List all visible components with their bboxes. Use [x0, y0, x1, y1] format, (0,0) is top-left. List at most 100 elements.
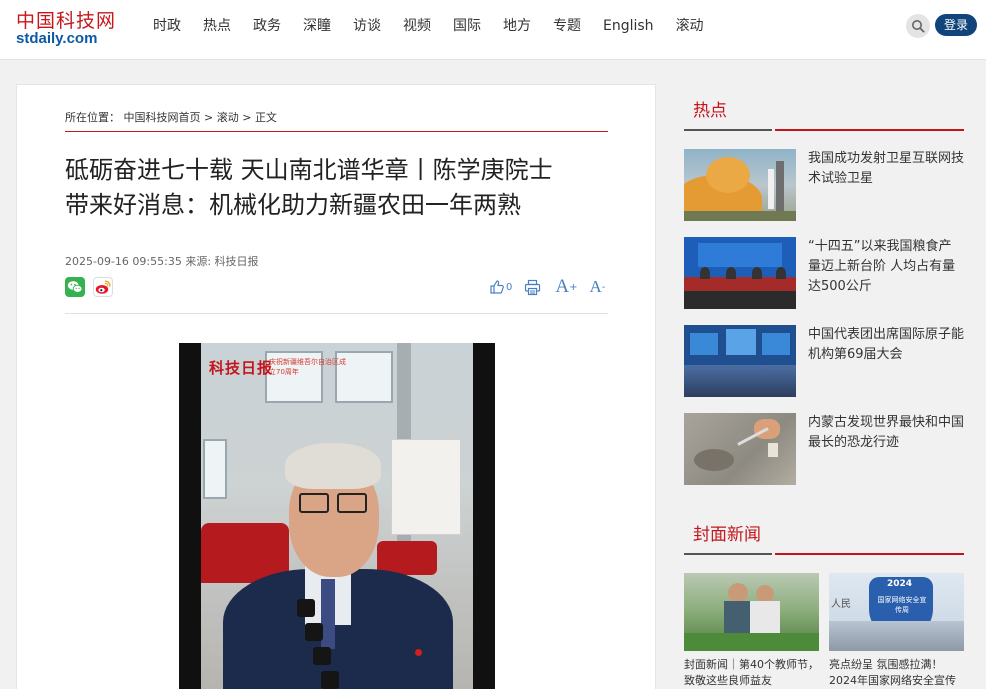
thumbnail-tower	[776, 161, 784, 213]
section-underline	[775, 129, 964, 131]
cover-news-thumbnail: 2024 国家网络安全宣传周 人民	[829, 573, 964, 651]
section-underline	[775, 553, 964, 555]
cover-news-title: 亮点纷呈 氛围感拉满！2024年国家网络安全宣传	[829, 658, 956, 687]
breadcrumb-current: 正文	[254, 111, 277, 124]
search-button[interactable]	[906, 14, 930, 38]
thumbnail-audience	[684, 291, 796, 309]
video-watermark-caption: 庆祝新疆维吾尔自治区成立70周年	[269, 358, 346, 376]
article-video[interactable]: 科技日报 庆祝新疆维吾尔自治区成立70周年	[179, 343, 495, 689]
like-count: 0	[506, 281, 513, 293]
font-increase-icon: A	[555, 276, 570, 297]
nav-item-insight[interactable]: 深瞳	[292, 0, 342, 52]
nav-item-topics[interactable]: 专题	[542, 0, 592, 52]
hot-news-item[interactable]: 我国成功发射卫星互联网技术试验卫星	[684, 149, 964, 221]
nav-item-politics[interactable]: 时政	[142, 0, 192, 52]
breadcrumb-separator: >	[204, 111, 214, 124]
site-logo[interactable]: 中国科技网 stdaily.com	[16, 6, 126, 50]
thumbnail-screen	[726, 329, 756, 355]
hot-news-thumbnail	[684, 325, 796, 397]
font-decrease-button[interactable]: A-	[590, 277, 606, 297]
cover-section-header: 封面新闻	[684, 512, 964, 556]
nav-item-interview[interactable]: 访谈	[342, 0, 392, 52]
title-line-1: 砥砺奋进七十载 天山南北谱华章丨陈学庚院士	[65, 156, 553, 184]
print-icon	[525, 279, 541, 295]
cover-news-title: 封面新闻｜第40个教师节，致敬这些良师益友	[684, 658, 819, 687]
nav-item-english[interactable]: English	[592, 0, 665, 52]
nav-item-hot[interactable]: 热点	[192, 0, 242, 52]
thumbnail-marker	[768, 443, 778, 457]
nav-item-local[interactable]: 地方	[492, 0, 542, 52]
print-button[interactable]	[524, 279, 541, 296]
hot-news-item[interactable]: 内蒙古发现世界最快和中国最长的恐龙行迹	[684, 413, 964, 485]
main-nav: 时政 热点 政务 深瞳 访谈 视频 国际 地方 专题 English 滚动	[142, 0, 715, 52]
title-line-2: 带来好消息：机械化助力新疆农田一年两熟	[65, 191, 521, 219]
video-person-tie	[321, 579, 335, 649]
video-poster	[391, 439, 461, 535]
thumbnail-person	[726, 267, 736, 279]
hot-news-thumbnail	[684, 149, 796, 221]
article-card: 所在位置： 中国科技网首页 > 滚动 > 正文 砥砺奋进七十载 天山南北谱华章丨…	[16, 84, 656, 689]
breadcrumb-divider	[65, 131, 608, 132]
site-header: 中国科技网 stdaily.com 时政 热点 政务 深瞳 访谈 视频 国际 地…	[0, 0, 986, 60]
thumbnail-delegates	[684, 365, 796, 397]
hot-news-thumbnail	[684, 237, 796, 309]
nav-item-rolling[interactable]: 滚动	[665, 0, 715, 52]
thumbnail-person	[728, 583, 748, 603]
video-microphone	[313, 647, 331, 665]
hot-news-thumbnail	[684, 413, 796, 485]
thumbnail-side-text: 人民	[831, 599, 851, 610]
breadcrumb-section-link[interactable]: 滚动	[217, 111, 239, 124]
section-underline	[684, 553, 772, 555]
video-person-badge	[415, 649, 422, 656]
hot-section-title: 热点	[693, 101, 727, 121]
font-minus-sign: -	[601, 281, 606, 293]
hot-news-title: “十四五”以来我国粮食产量迈上新台阶 人均占有量达500公斤	[808, 239, 956, 294]
weibo-icon	[95, 280, 111, 294]
thumbnail-building	[829, 621, 964, 651]
cover-news-item[interactable]: 封面新闻｜第40个教师节，致敬这些良师益友	[684, 573, 819, 689]
thumbnail-screen	[690, 333, 718, 355]
wechat-icon	[67, 281, 83, 293]
nav-item-government[interactable]: 政务	[242, 0, 292, 52]
thumbnail-rock	[694, 449, 734, 471]
breadcrumb-label: 所在位置：	[65, 111, 120, 124]
thumbnail-ground	[684, 211, 796, 221]
video-microphone	[297, 599, 315, 617]
thumbnail-rocket	[768, 169, 774, 209]
cover-news-thumbnail	[684, 573, 819, 651]
nav-item-video[interactable]: 视频	[392, 0, 442, 52]
nav-item-international[interactable]: 国际	[442, 0, 492, 52]
breadcrumb: 所在位置： 中国科技网首页 > 滚动 > 正文	[65, 109, 277, 125]
hot-news-item[interactable]: “十四五”以来我国粮食产量迈上新台阶 人均占有量达500公斤	[684, 237, 964, 309]
font-plus-sign: +	[569, 281, 578, 293]
font-decrease-icon: A	[589, 277, 602, 296]
hot-news-title: 我国成功发射卫星互联网技术试验卫星	[808, 151, 965, 186]
meta-divider	[65, 313, 608, 314]
login-button[interactable]: 登录	[935, 14, 977, 36]
hot-news-item[interactable]: 中国代表团出席国际原子能机构第69届大会	[684, 325, 964, 397]
article-meta: 2025-09-16 09:55:35 来源: 科技日报	[65, 255, 259, 268]
thumbnail-person	[752, 267, 762, 279]
thumbnail-screen	[762, 333, 790, 355]
article-tools: 0 A + A-	[489, 276, 605, 298]
cover-news-item[interactable]: 2024 国家网络安全宣传周 人民 亮点纷呈 氛围感拉满！2024年国家网络安全…	[829, 573, 964, 689]
breadcrumb-home-link[interactable]: 中国科技网首页	[124, 111, 201, 124]
like-button[interactable]: 0	[489, 279, 512, 295]
video-window	[203, 439, 227, 499]
thumbnail-year: 2024	[887, 579, 913, 589]
hot-news-title: 中国代表团出席国际原子能机构第69届大会	[808, 327, 965, 362]
share-wechat-button[interactable]	[65, 277, 85, 297]
video-person-glasses	[299, 493, 329, 513]
thumbnail-table	[684, 277, 796, 291]
font-increase-button[interactable]: A +	[555, 276, 577, 298]
share-weibo-button[interactable]	[93, 277, 113, 297]
logo-chinese: 中国科技网	[16, 10, 117, 32]
thumbnail-smoke	[706, 157, 750, 193]
cover-section-title: 封面新闻	[693, 525, 761, 545]
hot-news-title: 内蒙古发现世界最快和中国最长的恐龙行迹	[808, 415, 965, 450]
search-icon	[912, 20, 925, 33]
video-watermark-logo: 科技日报	[209, 359, 274, 377]
thumbnail-person	[700, 267, 710, 279]
hot-section-header: 热点	[684, 88, 964, 132]
thumbnail-caption: 国家网络安全宣传周	[877, 596, 927, 614]
